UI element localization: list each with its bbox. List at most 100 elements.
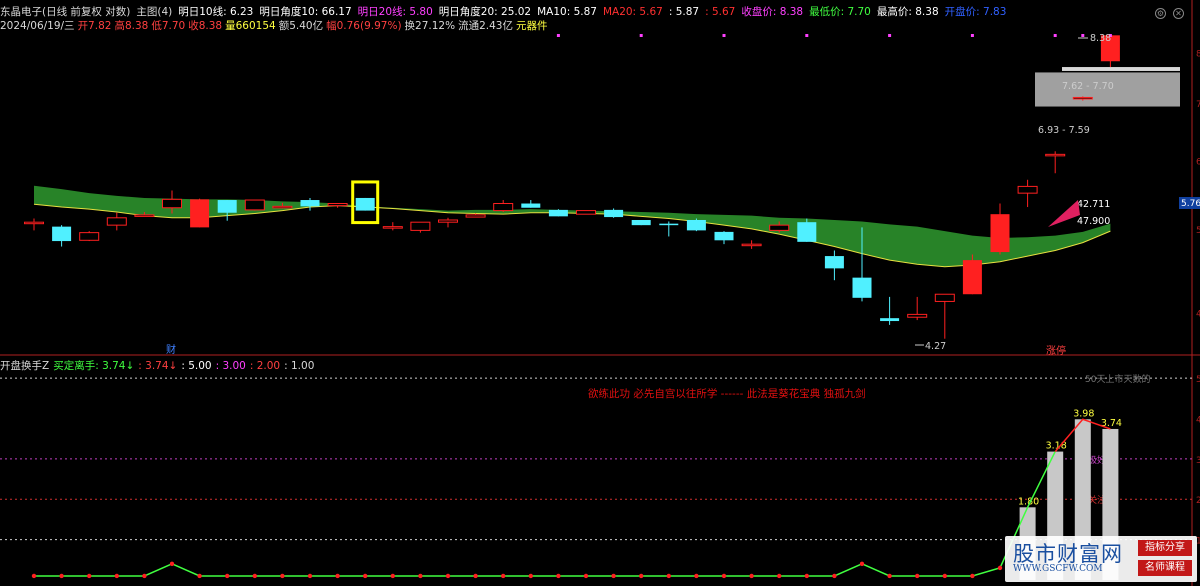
turnover-dot [694, 573, 699, 579]
candle-body [382, 226, 403, 229]
candle [244, 199, 265, 211]
watermark-tag-share: 指标分享 [1138, 540, 1192, 556]
turnover-dot [390, 573, 395, 579]
ind-axis-tick: 4 [1196, 415, 1200, 425]
candle-body [797, 222, 817, 242]
candle [741, 240, 762, 249]
candle [438, 217, 458, 228]
turnover-dot [87, 573, 92, 579]
candle [714, 231, 734, 245]
high-price-label: 8.38 [1090, 33, 1111, 44]
ref-label-top: 50天上市天数的 [1085, 373, 1150, 385]
signal-dot [970, 34, 974, 37]
candle [327, 203, 348, 208]
candle [217, 200, 237, 221]
candle [824, 250, 844, 281]
turnover-dot [915, 573, 920, 579]
ind-axis-tick: 2 [1196, 496, 1200, 506]
signal-dot [805, 34, 809, 37]
turnover-dot [611, 573, 616, 579]
turnover-dot [859, 561, 865, 567]
candle [962, 254, 982, 295]
candle-body [521, 203, 541, 208]
turnover-dot [942, 573, 947, 579]
wedge [1048, 200, 1080, 227]
indicator-item-0: 开盘换手Z [0, 360, 50, 372]
candle [106, 212, 127, 231]
price-zone-2 [1062, 67, 1180, 71]
turnover-dot [887, 573, 892, 579]
candle-body [79, 232, 100, 241]
turnover-dot [777, 573, 782, 579]
turnover-dot [501, 573, 506, 579]
candle-body [1045, 153, 1066, 157]
turnover-dot [473, 573, 478, 579]
candle [521, 200, 541, 208]
kline-chart[interactable]: 财 涨停 4.27 8.38 6.93 - 7.59 7.62 - 7.70 42.711 4… [0, 0, 1200, 586]
candle-body [493, 203, 514, 212]
candle [79, 231, 100, 242]
indicator-item-3: : 5.00 [181, 360, 212, 372]
candle-body [576, 210, 596, 215]
candles [24, 35, 1120, 339]
turnover-dot [639, 573, 644, 579]
turnover-dot [31, 573, 37, 579]
turnover-dot [556, 573, 561, 579]
candle [990, 203, 1010, 255]
candle [934, 293, 955, 339]
signal-dots [556, 34, 1112, 37]
candle-body [880, 318, 900, 322]
low-price-label: 4.27 [925, 341, 946, 352]
value-label-2: 47.900 [1077, 216, 1110, 227]
candle-body [244, 199, 265, 211]
turnover-dot [418, 573, 423, 579]
candle-body [934, 293, 955, 302]
candle [548, 209, 568, 217]
candle [190, 198, 210, 228]
candle-body [659, 223, 679, 226]
ind-axis-tick: 3 [1196, 456, 1200, 466]
candle-body [990, 214, 1010, 253]
candle-body [1017, 185, 1038, 194]
turnover-dot [363, 573, 368, 579]
candle-body [631, 219, 651, 226]
turnover-dot [997, 565, 1003, 571]
site-watermark: 股市财富网 WWW.GSCFW.COM 指标分享 名师课程 [1005, 536, 1197, 582]
candle-body [190, 199, 210, 228]
candle-body [438, 219, 458, 223]
candle-body [327, 203, 348, 207]
turnover-dot [804, 573, 809, 579]
zone-1-label: 6.93 - 7.59 [1038, 125, 1090, 136]
candle-body [162, 198, 182, 209]
indicator-item-6: : 1.00 [284, 360, 315, 372]
candle [382, 222, 403, 231]
main-axis-tick: 5 [1196, 226, 1200, 236]
turnover-line [34, 451, 1056, 577]
candle-body [548, 209, 568, 217]
signal-dot [722, 34, 726, 37]
bar-value-label: 3.98 [1073, 408, 1094, 419]
candle-body [1072, 96, 1093, 100]
candle-body [355, 197, 375, 211]
candle-body [686, 219, 706, 231]
candle [52, 225, 72, 247]
candle-body [769, 224, 790, 231]
candle [1017, 179, 1038, 208]
indicator-item-1: 买定离手: 3.74↓ [53, 360, 135, 372]
candle-body [714, 231, 734, 241]
turnover-dot [528, 573, 533, 579]
candle-body [741, 243, 762, 247]
indicator-item-4: : 3.00 [215, 360, 246, 372]
candle [659, 221, 679, 237]
candle-body [824, 256, 844, 269]
turnover-dot [225, 573, 230, 579]
turnover-dot [335, 573, 340, 579]
candle-body [217, 200, 237, 213]
main-axis-tick: 6 [1196, 158, 1200, 168]
signal-dot [1053, 34, 1057, 37]
signal-dot [556, 34, 560, 37]
candle-body [410, 221, 431, 231]
turnover-dot [445, 573, 451, 579]
zone-2-label: 7.62 - 7.70 [1062, 81, 1114, 92]
main-axis-tick: 8 [1196, 50, 1200, 60]
